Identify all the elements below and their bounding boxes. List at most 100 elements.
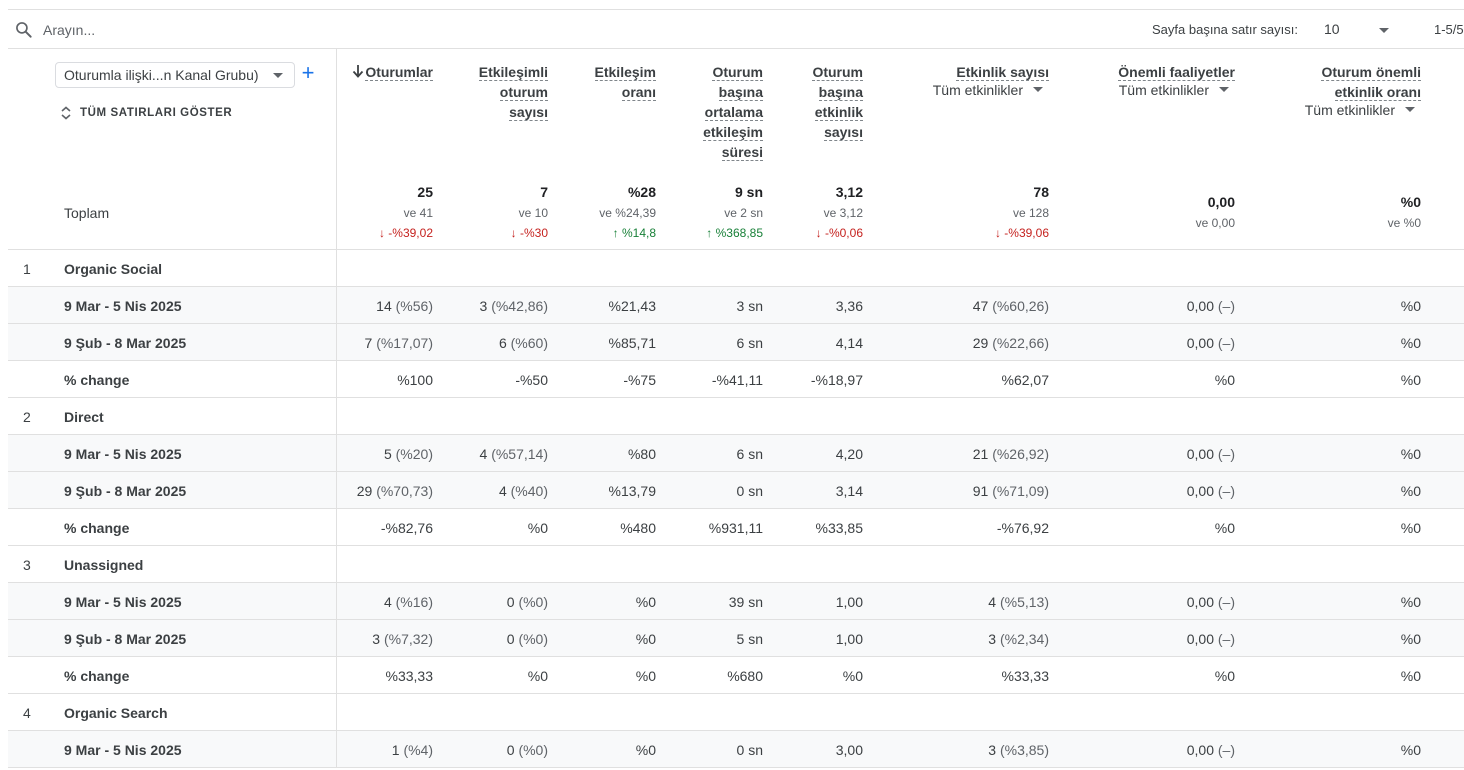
total-compare-value: ve 3,12 (823, 206, 863, 220)
metric-cell-key_events: 0,00 (–) (1187, 483, 1235, 499)
metric-cell-avg_engagement_time: %931,11 (709, 520, 763, 536)
column-title-line: etkinlik oranı (1334, 84, 1421, 101)
total-value: 78 (1033, 184, 1049, 200)
group-header-row[interactable]: 1 Organic Social (8, 250, 1464, 287)
arrow-down-icon: ↓ (815, 226, 825, 240)
cell-value: %0 (635, 742, 656, 758)
chevron-down-icon (1219, 87, 1229, 92)
metric-cell-sessions: 29 (%70,73) (357, 483, 433, 499)
column-header-avg_engagement_time[interactable]: Oturum başına ortalama etkileşim süresi (703, 62, 763, 162)
cell-value: 1,00 (835, 594, 863, 610)
rows-per-page-select[interactable]: 10 (1324, 18, 1396, 42)
total-compare-value: ve 0,00 (1195, 216, 1235, 230)
event-filter-select[interactable]: Tüm etkinlikler (933, 82, 1043, 98)
cell-value: -%18,97 (810, 372, 863, 388)
cell-value: %33,33 (1001, 668, 1049, 684)
cell-value: %13,79 (608, 483, 656, 499)
table-row[interactable]: 9 Mar - 5 Nis 2025 5 (%20) 4 (%57,14) %80 6 … (8, 435, 1464, 472)
column-header-event_count[interactable]: Etkinlik sayısı (956, 62, 1049, 82)
column-divider (336, 694, 337, 731)
chevron-down-icon (1033, 87, 1043, 92)
date-range-label: % change (64, 372, 130, 388)
group-header-row[interactable]: 4 Organic Search (8, 694, 1464, 731)
metric-cell-session_key_event_rate: %0 (1401, 594, 1421, 610)
plus-icon: + (301, 60, 315, 85)
row-number: 2 (23, 409, 31, 425)
metric-cell-engagement_rate: %85,71 (609, 335, 656, 351)
table-row[interactable]: 9 Şub - 8 Mar 2025 29 (%70,73) 4 (%40) %13,… (8, 472, 1464, 509)
dimension-select[interactable]: Oturumla ilişki...n Kanal Grubu) (55, 62, 295, 88)
table-row[interactable]: 9 Şub - 8 Mar 2025 7 (%17,07) 6 (%60) %85,7… (8, 324, 1464, 361)
column-header-sessions[interactable]: Oturumlar (365, 62, 433, 82)
column-title-line: Oturum (712, 64, 763, 81)
cell-value: %0 (1400, 668, 1421, 684)
cell-value: 0,00 (1186, 742, 1214, 758)
column-divider (336, 657, 337, 694)
metrics-header: Oturumlar 25 ve 41 ↓ -%39,02 Etkileşimli otur… (337, 49, 1464, 250)
cell-value: %0 (527, 668, 548, 684)
channel-group-name: Organic Search (64, 705, 168, 721)
column-title-line: sayısı (509, 104, 548, 121)
column-header-engagement_rate[interactable]: Etkileşim oranı (594, 62, 656, 102)
metric-cell-engagement_rate: %13,79 (609, 483, 656, 499)
metric-cell-avg_engagement_time: 39 sn (729, 594, 763, 610)
table-row[interactable]: % change %33,33 %0 %0 %680 %0 %33,33 %0 %0 (8, 657, 1464, 694)
cell-value: %0 (1400, 335, 1421, 351)
cell-share: (%0) (518, 631, 548, 647)
add-dimension-button[interactable]: + (297, 61, 319, 87)
column-header-events_per_session[interactable]: Oturum başına etkinlik sayısı (812, 62, 863, 142)
column-title-line: Oturumlar (365, 64, 433, 81)
cell-share: (%7,32) (383, 631, 433, 647)
row-number: 3 (23, 557, 31, 573)
cell-value: 0 (506, 742, 515, 758)
cell-value: %0 (1400, 742, 1421, 758)
total-compare-value: ve 2 sn (724, 206, 763, 220)
metric-cell-engaged_sessions: 4 (%57,14) (480, 446, 549, 462)
cell-value: %100 (397, 372, 433, 388)
cell-value: %0 (1214, 372, 1235, 388)
cell-share: (–) (1217, 298, 1235, 314)
table-row[interactable]: 9 Mar - 5 Nis 2025 4 (%16) 0 (%0) %0 39 sn 1,… (8, 583, 1464, 620)
metric-cell-sessions: %33,33 (386, 668, 433, 684)
total-value: 3,12 (835, 184, 863, 200)
sort-descending-icon[interactable] (351, 63, 365, 79)
metric-cell-event_count: 91 (%71,09) (973, 483, 1049, 499)
search-input[interactable] (43, 19, 443, 41)
metric-cell-avg_engagement_time: 6 sn (737, 446, 763, 462)
metric-cell-sessions: 1 (%4) (392, 742, 433, 758)
cell-value: -%82,76 (380, 520, 433, 536)
group-header-row[interactable]: 3 Unassigned (8, 546, 1464, 583)
cell-share: (%22,66) (992, 335, 1049, 351)
column-header-key_events[interactable]: Önemli faaliyetler (1118, 62, 1235, 82)
cell-value: 39 sn (728, 594, 763, 610)
total-change: ↓ -%39,06 (995, 226, 1049, 240)
date-range-label: % change (64, 520, 130, 536)
metric-cell-engagement_rate: %21,43 (609, 298, 656, 314)
column-header-session_key_event_rate[interactable]: Oturum önemli etkinlik oranı (1321, 62, 1421, 102)
group-header-row[interactable]: 2 Direct (8, 398, 1464, 435)
total-label: Toplam (64, 205, 110, 221)
cell-value: 3 (372, 631, 381, 647)
arrow-up-icon: ↑ (612, 226, 622, 240)
column-title-line: Oturum önemli (1321, 64, 1421, 81)
metric-cell-avg_engagement_time: 0 sn (737, 483, 763, 499)
total-value: 0,00 (1207, 194, 1235, 210)
chevron-down-icon (1405, 107, 1415, 112)
metric-cell-key_events: %0 (1215, 668, 1235, 684)
cell-share: (%26,92) (992, 446, 1049, 462)
metric-cell-events_per_session: -%18,97 (811, 372, 863, 388)
column-title-line: Etkinlik sayısı (956, 64, 1049, 81)
date-range-label: 9 Şub - 8 Mar 2025 (64, 631, 187, 647)
table-row[interactable]: % change %100 -%50 -%75 -%41,11 -%18,97 %62,07… (8, 361, 1464, 398)
cell-value: 7 (364, 335, 373, 351)
column-header-engaged_sessions[interactable]: Etkileşimli oturum sayısı (478, 62, 548, 122)
cell-value: 4 (988, 594, 997, 610)
table-row[interactable]: % change -%82,76 %0 %480 %931,11 %33,85 -%76,9… (8, 509, 1464, 546)
event-filter-select[interactable]: Tüm etkinlikler (1305, 102, 1415, 118)
table-row[interactable]: 9 Mar - 5 Nis 2025 1 (%4) 0 (%0) %0 0 sn 3,00… (8, 731, 1464, 768)
row-number: 4 (23, 705, 31, 721)
table-row[interactable]: 9 Mar - 5 Nis 2025 14 (%56) 3 (%42,86) %21,… (8, 287, 1464, 324)
metric-cell-event_count: 3 (%3,85) (988, 742, 1049, 758)
event-filter-select[interactable]: Tüm etkinlikler (1119, 82, 1229, 98)
table-row[interactable]: 9 Şub - 8 Mar 2025 3 (%7,32) 0 (%0) %0 5 sn 1… (8, 620, 1464, 657)
